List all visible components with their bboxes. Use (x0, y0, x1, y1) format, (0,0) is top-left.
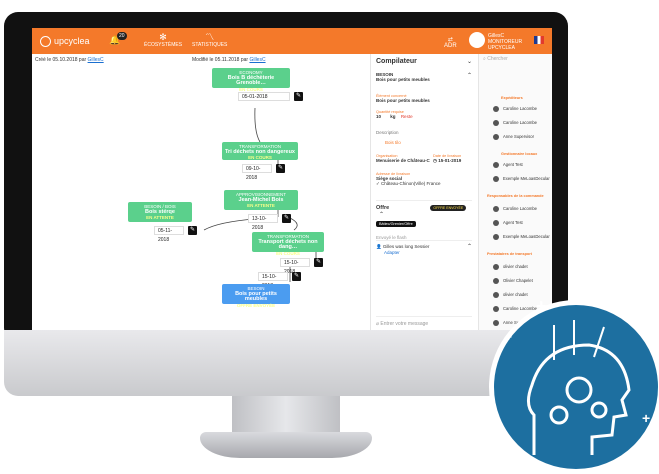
delivery-date-field: Date de livraison ◷ 15-01-2019 (433, 154, 462, 163)
date-field[interactable]: 05-01-2018 (238, 92, 290, 101)
user-icon (493, 264, 499, 270)
graph-links (203, 107, 317, 282)
section-label[interactable]: Responsables de la commande (487, 194, 544, 198)
user-item[interactable]: Caroline Lacombe (493, 206, 537, 212)
monitor-stand (232, 396, 340, 434)
offre-status-badge: OFFRE ENVOYÉE (430, 205, 467, 211)
edit-pencil-icon[interactable]: ✎ (282, 214, 291, 223)
language-flag-icon[interactable] (534, 36, 544, 44)
chevron-up-icon[interactable]: ⌃ (467, 243, 472, 250)
edit-pencil-icon[interactable]: ✎ (188, 226, 197, 235)
section-label[interactable]: Expéditeurs (501, 96, 523, 100)
user-item[interactable]: Caroline Lacombe (493, 120, 537, 126)
message-input[interactable]: ⌀ Entrer votre message (376, 316, 472, 327)
offre-tag[interactable]: Bâtiec/Grenier/Offre (376, 221, 416, 227)
avatar[interactable] (469, 32, 485, 48)
description-value: Bois tilo (385, 140, 401, 145)
nav-statistiques[interactable]: 〽 STATISTIQUES (192, 32, 227, 49)
edit-pencil-icon[interactable]: ✎ (292, 272, 301, 281)
user-icon (493, 106, 499, 112)
user-item[interactable]: Exemple MeLoasDecular (493, 176, 550, 182)
date-field[interactable]: 05-11-2018 (154, 226, 184, 243)
description-label: Description (376, 130, 399, 135)
node-besoin-final[interactable]: BESOIN Bois pour petits meubles OFFRE EN… (222, 284, 290, 308)
node-besoin-bois[interactable]: BESOIN / BOIS Bois stérqe EN ATTENTE (128, 202, 192, 222)
user-icon (493, 220, 499, 226)
node-approvisionnement[interactable]: APPROVISIONNEMENT Jean-Michel Bois EN AT… (224, 190, 298, 210)
user-item[interactable]: olivier chadet (493, 292, 528, 298)
offre-section: Offre OFFRE ENVOYÉE ⌃ Bâtiec/Grenier/Off… (376, 200, 472, 240)
user-item[interactable]: Olivier Chapelet (493, 278, 533, 284)
organisation-field: Organisation Menuiserie de Château-C (376, 154, 430, 163)
user-item[interactable]: Caroline Lacombe (493, 106, 537, 112)
node-transformation-2[interactable]: TRANSFORMATION Transport déchets non dan… (252, 232, 324, 256)
date-field[interactable]: 15-10-2018 (258, 272, 288, 289)
flow-graph: ECONOMY Bois B déchèterie Grenoble… EN C… (32, 62, 367, 330)
user-icon: 👤 (376, 244, 383, 249)
chevron-up-icon[interactable]: ⌃ (379, 212, 384, 218)
user-icon (493, 292, 499, 298)
app-logo[interactable]: upcyclea (40, 36, 90, 48)
user-icon (493, 162, 499, 168)
edit-pencil-icon[interactable]: ✎ (276, 164, 285, 173)
brain-gear-icon (527, 320, 631, 455)
logo-icon (40, 36, 51, 48)
node-transformation-1[interactable]: TRANSFORMATION Tri déchets non dangereux… (222, 142, 298, 160)
chevron-down-icon[interactable]: ⌄ (467, 58, 472, 65)
section-label[interactable]: Gestionnaire locaux (501, 152, 537, 156)
user-icon (493, 206, 499, 212)
element-field: Élément concerné Bois pour petits meuble… (376, 94, 430, 103)
stats-icon: 〽 (205, 32, 215, 42)
monitor-base (200, 432, 372, 458)
user-icon (493, 134, 499, 140)
edit-pencil-icon[interactable]: ✎ (294, 92, 303, 101)
user-icon (493, 176, 499, 182)
user-info[interactable]: GillesC MONITOREUR UPCYCLEA (488, 33, 522, 51)
chevron-up-icon[interactable]: ⌃ (467, 72, 472, 79)
adr-button[interactable]: ⇄ ADR (444, 36, 457, 49)
edit-pencil-icon[interactable]: ✎ (314, 258, 323, 267)
plus-icon: + (505, 330, 513, 344)
compilateur-title: Compilateur (376, 58, 417, 65)
user-item[interactable]: olivier chadet (493, 264, 528, 270)
adr-icon: ⇄ (447, 37, 453, 43)
nav-ecosystemes[interactable]: ✻ ÉCOSYSTÈMES (144, 32, 182, 49)
quantity-field[interactable]: Quantité requise 10 kg Reste (376, 110, 413, 119)
compilateur-panel: Compilateur ⌄ BESOIN Bois pour petits me… (370, 54, 477, 330)
date-field[interactable]: 15-10-2018 (280, 258, 310, 275)
user-icon (493, 234, 499, 240)
ai-head-graphic (489, 300, 659, 474)
app-screen: upcyclea 🔔 20 ✻ ÉCOSYSTÈMES 〽 STATISTIQUES… (32, 28, 552, 330)
message-item[interactable]: 👤 Gilles was long Sessier Adapter ⌃ (376, 240, 472, 255)
section-label[interactable]: Prestataires de transport (487, 252, 532, 256)
user-icon (493, 278, 499, 284)
participants-panel: ⌕ Chercher Expéditeurs Caroline Lacombe … (478, 54, 552, 330)
plus-icon: + (642, 410, 651, 426)
user-item[interactable]: Anne Supervisor (493, 134, 534, 140)
node-economy[interactable]: ECONOMY Bois B déchèterie Grenoble… EN C… (212, 68, 290, 92)
top-bar: upcyclea 🔔 20 ✻ ÉCOSYSTÈMES 〽 STATISTIQUES… (32, 28, 552, 54)
plus-icon: + (536, 296, 547, 316)
monitor-chin (4, 330, 568, 396)
besoin-header: BESOIN Bois pour petits meubles (376, 72, 430, 82)
notification-badge: 20 (117, 32, 127, 40)
ecosystem-icon: ✻ (159, 32, 167, 42)
date-field[interactable]: 13-10-2018 (248, 214, 278, 231)
user-item[interactable]: Agent Test (493, 162, 523, 168)
user-item[interactable]: Exemple MeLoasDecular (493, 234, 550, 240)
date-field[interactable]: 09-10-2018 (242, 164, 272, 181)
user-icon (493, 120, 499, 126)
address-field: Adresse de livraison Siège social ✓ Chât… (376, 172, 441, 186)
search-input[interactable]: ⌕ Chercher (483, 56, 508, 62)
user-item[interactable]: Agent Test (493, 220, 523, 226)
